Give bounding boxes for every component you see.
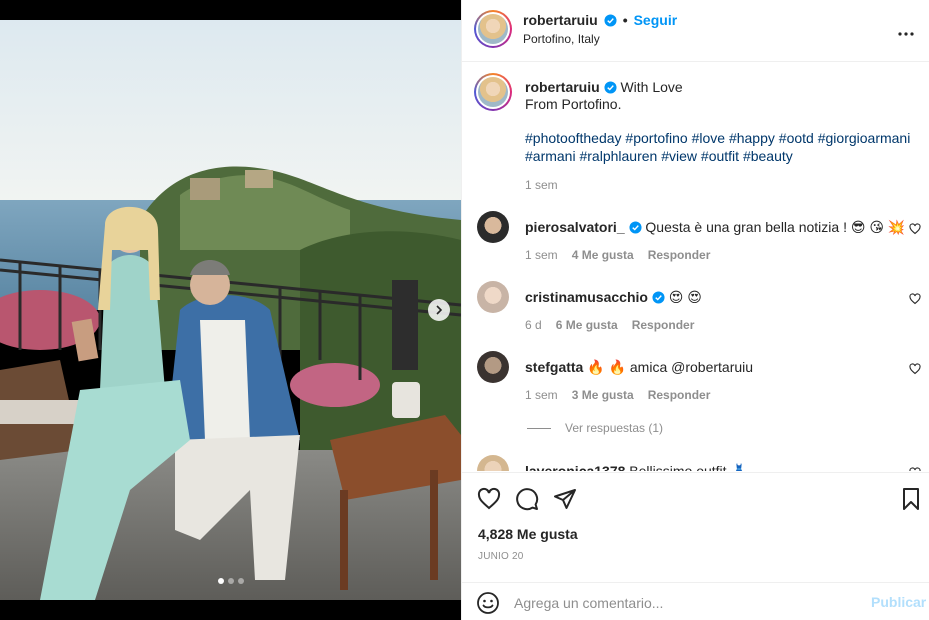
post-photo[interactable] bbox=[0, 20, 461, 600]
commenter-avatar[interactable] bbox=[477, 281, 509, 313]
share-icon[interactable] bbox=[553, 487, 577, 511]
post-comment-button[interactable]: Publicar bbox=[871, 594, 926, 610]
reply-button[interactable]: Responder bbox=[648, 388, 711, 402]
hashtag[interactable]: #portofino bbox=[625, 130, 687, 146]
carousel-next-button[interactable] bbox=[428, 299, 450, 321]
photo-illustration bbox=[0, 20, 461, 600]
hashtag[interactable]: #beauty bbox=[743, 148, 793, 164]
comment-body: 🔥 🔥 amica @robertaruiu bbox=[587, 359, 754, 375]
comment-username[interactable]: laveronica1378 bbox=[525, 463, 625, 471]
hashtag[interactable]: #armani bbox=[525, 148, 576, 164]
commenter-avatar[interactable] bbox=[477, 211, 509, 243]
comment-text-line: stefgatta 🔥 🔥 amica @robertaruiu bbox=[525, 358, 895, 376]
hashtag[interactable]: #ootd bbox=[779, 130, 814, 146]
post-media bbox=[0, 0, 461, 620]
comment-time[interactable]: 1 sem bbox=[525, 248, 558, 262]
comment-meta: 1 sem 4 Me gusta Responder bbox=[525, 248, 710, 262]
chevron-right-icon bbox=[436, 305, 443, 315]
comment-time[interactable]: 1 sem bbox=[525, 388, 558, 402]
commenter-avatar[interactable] bbox=[477, 455, 509, 471]
reply-button[interactable]: Responder bbox=[648, 248, 711, 262]
comment-input[interactable] bbox=[514, 591, 854, 615]
comment-likes[interactable]: 4 Me gusta bbox=[572, 248, 634, 262]
comment-body: Bellissimo outfit 👗 bbox=[629, 463, 748, 471]
carousel-dot-3 bbox=[237, 578, 244, 584]
comment-icon[interactable] bbox=[515, 487, 539, 511]
caption-author-avatar[interactable] bbox=[474, 73, 512, 111]
verified-badge-icon bbox=[652, 291, 665, 304]
comments-section[interactable]: robertaruiu With Love From Portofino. #p… bbox=[462, 63, 929, 471]
comment-like-heart-icon[interactable] bbox=[909, 363, 921, 375]
comment-row: laveronica1378 Bellissimo outfit 👗 bbox=[462, 455, 929, 471]
hashtag[interactable]: #love bbox=[692, 130, 725, 146]
comment-text-line: pierosalvatori_ Questa è una gran bella … bbox=[525, 218, 905, 236]
commenter-avatar[interactable] bbox=[477, 351, 509, 383]
caption-line-2: From Portofino. bbox=[525, 96, 622, 112]
comment-body: Questa è una gran bella notizia ! 😎 😘 💥 bbox=[645, 219, 906, 235]
view-replies-label: Ver respuestas (1) bbox=[565, 421, 664, 435]
comment-username[interactable]: pierosalvatori_ bbox=[525, 219, 625, 235]
hashtag[interactable]: #giorgioarmani bbox=[818, 130, 911, 146]
carousel-indicator bbox=[0, 578, 461, 584]
hashtag[interactable]: #outfit bbox=[701, 148, 739, 164]
post-actions: 4,828 Me gusta JUNIO 20 bbox=[462, 472, 929, 582]
caption: robertaruiu With Love From Portofino. bbox=[525, 79, 915, 113]
emoji-icon[interactable] bbox=[476, 591, 500, 615]
add-comment-bar: Publicar bbox=[462, 582, 929, 620]
comment-like-heart-icon[interactable] bbox=[909, 293, 921, 305]
comment-text-line: laveronica1378 Bellissimo outfit 👗 bbox=[525, 462, 895, 471]
hashtag[interactable]: #happy bbox=[729, 130, 775, 146]
comment-likes[interactable]: 6 Me gusta bbox=[556, 318, 618, 332]
caption-username[interactable]: robertaruiu bbox=[525, 79, 600, 95]
view-replies-button[interactable]: Ver respuestas (1) bbox=[527, 421, 663, 435]
caption-line-1: With Love bbox=[620, 79, 683, 95]
author-username[interactable]: robertaruiu bbox=[523, 12, 598, 28]
comment-row: pierosalvatori_ Questa è una gran bella … bbox=[462, 211, 929, 281]
heart-icon[interactable] bbox=[477, 487, 501, 511]
comment-likes[interactable]: 3 Me gusta bbox=[572, 388, 634, 402]
hashtag[interactable]: #ralphlauren bbox=[579, 148, 657, 164]
comment-time[interactable]: 6 d bbox=[525, 318, 542, 332]
verified-badge-icon bbox=[604, 81, 617, 94]
post-location[interactable]: Portofino, Italy bbox=[523, 32, 600, 46]
comment-meta: 1 sem 3 Me gusta Responder bbox=[525, 388, 710, 402]
comment-like-heart-icon[interactable] bbox=[909, 223, 921, 235]
comment-like-heart-icon[interactable] bbox=[909, 467, 921, 471]
post-date[interactable]: JUNIO 20 bbox=[478, 551, 524, 562]
verified-badge-icon bbox=[604, 13, 617, 27]
caption-hashtags: #photooftheday #portofino #love #happy #… bbox=[525, 129, 925, 165]
hashtag[interactable]: #photooftheday bbox=[525, 130, 622, 146]
carousel-dot-1 bbox=[217, 578, 224, 584]
comment-text-line: cristinamusacchio 😍 😍 bbox=[525, 288, 895, 306]
comment-username[interactable]: stefgatta bbox=[525, 359, 583, 375]
reply-button[interactable]: Responder bbox=[632, 318, 695, 332]
replies-divider bbox=[527, 427, 551, 429]
comment-row: stefgatta 🔥 🔥 amica @robertaruiu 1 sem 3… bbox=[462, 351, 929, 421]
more-options-icon bbox=[898, 32, 914, 36]
comment-row: cristinamusacchio 😍 😍 6 d 6 Me gusta Res… bbox=[462, 281, 929, 351]
hashtag[interactable]: #view bbox=[661, 148, 697, 164]
caption-time[interactable]: 1 sem bbox=[525, 178, 558, 192]
likes-count[interactable]: 4,828 Me gusta bbox=[478, 526, 578, 542]
verified-badge-icon bbox=[628, 221, 642, 234]
bookmark-icon[interactable] bbox=[899, 487, 923, 511]
author-avatar[interactable] bbox=[474, 10, 512, 48]
header-user-line: robertaruiu • Seguir bbox=[523, 12, 677, 28]
post-details-panel: robertaruiu • Seguir Portofino, Italy ro… bbox=[461, 0, 929, 620]
more-options-button[interactable] bbox=[898, 20, 914, 41]
header-separator: • bbox=[622, 12, 628, 28]
comment-body: 😍 😍 bbox=[668, 289, 702, 305]
post-header: robertaruiu • Seguir Portofino, Italy bbox=[462, 0, 929, 62]
comment-username[interactable]: cristinamusacchio bbox=[525, 289, 648, 305]
carousel-dot-2 bbox=[227, 578, 234, 584]
follow-button[interactable]: Seguir bbox=[634, 12, 678, 28]
comment-meta: 6 d 6 Me gusta Responder bbox=[525, 318, 694, 332]
